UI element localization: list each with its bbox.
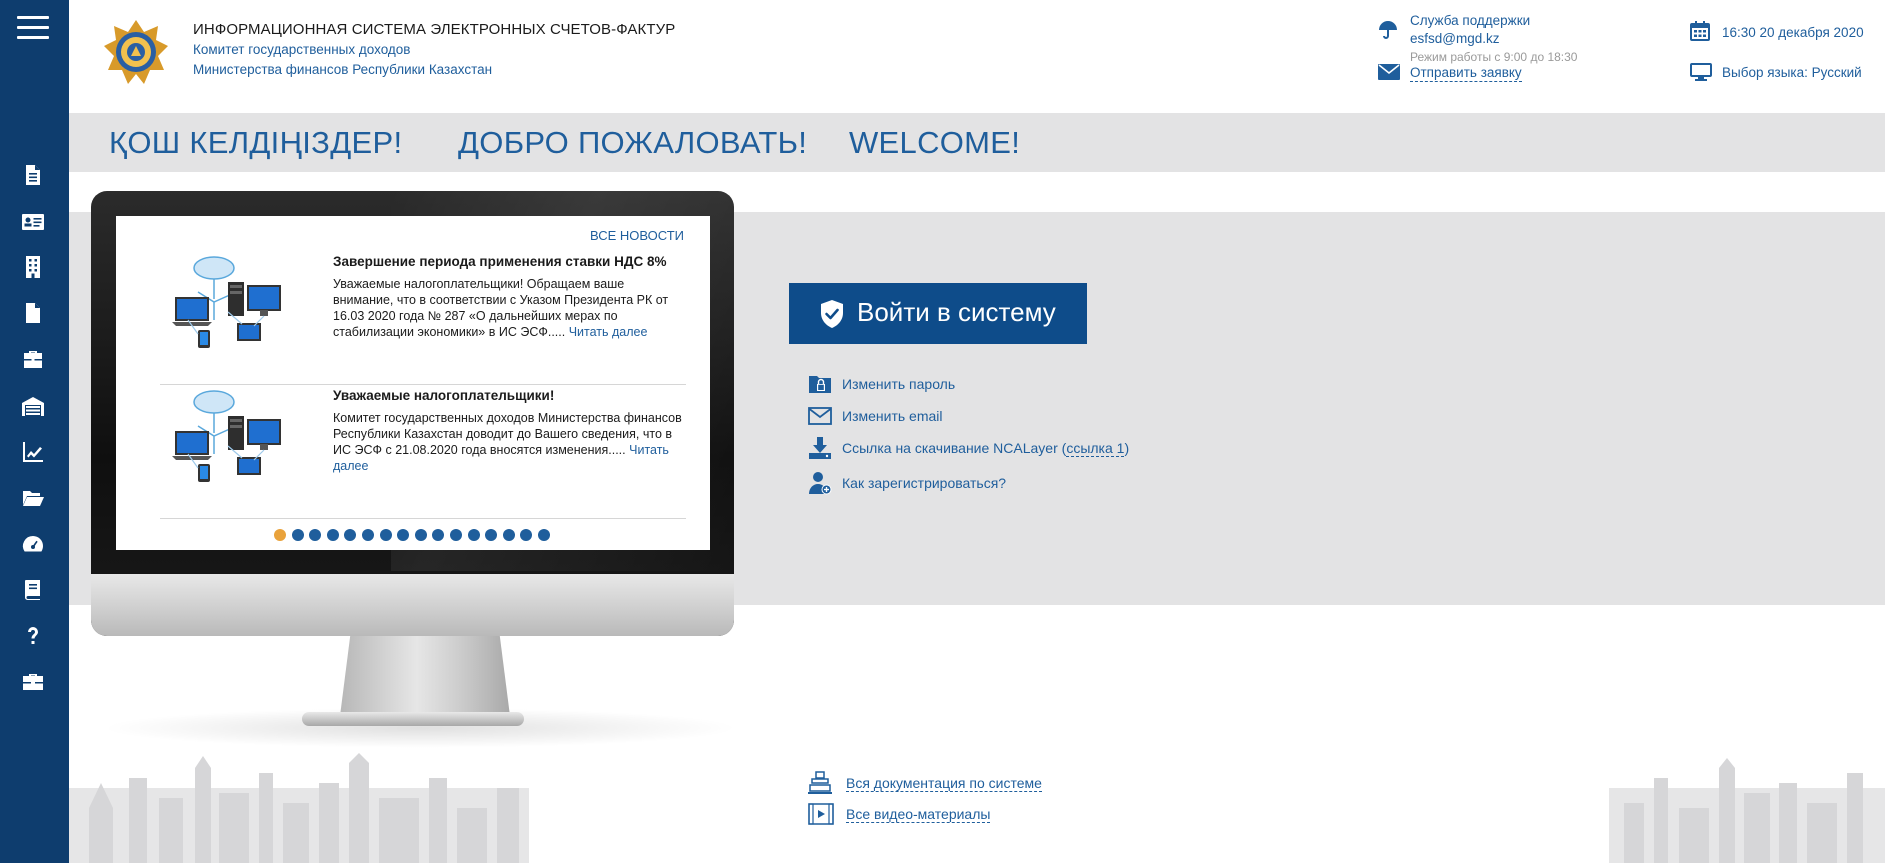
- ministry-name: Министерства финансов Республики Казахст…: [193, 62, 493, 77]
- language-selector[interactable]: Выбор языка: Русский: [1722, 65, 1862, 80]
- pagination-dot[interactable]: [414, 529, 427, 541]
- menu-toggle-button[interactable]: [17, 14, 49, 40]
- news-item: Завершение периода применения ставки НДС…: [160, 252, 686, 385]
- briefcase-icon[interactable]: [19, 347, 47, 373]
- all-news-link[interactable]: ВСЕ НОВОСТИ: [590, 228, 684, 243]
- monitor-base: [302, 712, 524, 726]
- city-skyline-decoration: [69, 753, 1885, 863]
- pagination-dot[interactable]: [326, 529, 339, 541]
- umbrella-icon: [1379, 21, 1397, 39]
- support-email[interactable]: esfsd@mgd.kz: [1410, 31, 1499, 46]
- welcome-ru: ДОБРО ПОЖАЛОВАТЬ!: [458, 125, 808, 160]
- toolbox-icon[interactable]: [19, 669, 47, 695]
- ncalayer-label: Ссылка на скачивание NCALayer (: [842, 440, 1067, 456]
- pagination-dot[interactable]: [379, 529, 392, 541]
- warehouse-icon[interactable]: [19, 393, 47, 419]
- welcome-banner: ҚОШ КЕЛДІҢІЗДЕР! ДОБРО ПОЖАЛОВАТЬ! WELCO…: [69, 113, 1885, 172]
- news-text: Уважаемые налогоплательщики! Обращаем ва…: [333, 276, 685, 340]
- help-icon[interactable]: [19, 623, 47, 649]
- send-request-link[interactable]: Отправить заявку: [1410, 65, 1522, 82]
- logo-emblem: [104, 20, 168, 84]
- id-card-icon[interactable]: [19, 209, 47, 235]
- pagination-dot[interactable]: [432, 529, 445, 541]
- pagination-dot[interactable]: [309, 529, 322, 541]
- pagination-dot[interactable]: [502, 529, 515, 541]
- register-help-row[interactable]: Как зарегистрироваться?: [808, 471, 1006, 495]
- network-illustration-icon: [172, 256, 281, 348]
- folder-lock-icon: [809, 376, 831, 393]
- support-hours: Режим работы с 9:00 до 18:30: [1410, 50, 1578, 64]
- chart-icon[interactable]: [19, 439, 47, 465]
- pagination-dot[interactable]: [291, 529, 304, 541]
- monitor-stand: [340, 636, 510, 716]
- change-email-row[interactable]: Изменить email: [808, 404, 943, 428]
- change-password-row[interactable]: Изменить пароль: [808, 372, 955, 396]
- folder-open-icon[interactable]: [19, 485, 47, 511]
- pagination-dot[interactable]: [520, 529, 533, 541]
- book-icon[interactable]: [19, 577, 47, 603]
- welcome-en: WELCOME!: [849, 125, 1021, 160]
- shield-check-icon: [821, 300, 843, 328]
- login-button[interactable]: Войти в систему: [789, 283, 1087, 344]
- network-illustration-icon: [172, 390, 281, 482]
- current-datetime: 16:30 20 декабря 2020: [1722, 25, 1864, 40]
- monitor-icon: [1690, 63, 1712, 81]
- pagination-dot[interactable]: [485, 529, 498, 541]
- news-pagination: [274, 529, 550, 541]
- pagination-dot[interactable]: [397, 529, 410, 541]
- news-title[interactable]: Уважаемые налогоплательщики!: [333, 388, 683, 403]
- download-icon: [809, 437, 831, 459]
- calendar-icon: [1690, 21, 1710, 41]
- pagination-dot[interactable]: [537, 529, 550, 541]
- document-icon[interactable]: [19, 162, 47, 188]
- building-icon[interactable]: [19, 254, 47, 280]
- news-title[interactable]: Завершение периода применения ставки НДС…: [333, 254, 683, 269]
- news-text: Комитет государственных доходов Министер…: [333, 410, 685, 474]
- pagination-dot[interactable]: [274, 529, 286, 541]
- welcome-kz: ҚОШ КЕЛДІҢІЗДЕР!: [109, 125, 403, 160]
- news-widget: ВСЕ НОВОСТИ Завершение периода применени…: [116, 216, 710, 550]
- pagination-dot[interactable]: [344, 529, 357, 541]
- envelope-icon: [808, 407, 832, 425]
- read-more-link[interactable]: Читать далее: [569, 325, 648, 339]
- change-password-link[interactable]: Изменить пароль: [842, 376, 955, 392]
- support-title: Служба поддержки: [1410, 13, 1531, 28]
- ncalayer-close: ): [1124, 440, 1130, 456]
- committee-name: Комитет государственных доходов: [193, 42, 411, 57]
- pagination-dot[interactable]: [467, 529, 480, 541]
- change-email-link[interactable]: Изменить email: [842, 408, 943, 424]
- page: ИНФОРМАЦИОННАЯ СИСТЕМА ЭЛЕКТРОННЫХ СЧЕТО…: [0, 0, 1885, 863]
- dashboard-icon[interactable]: [19, 531, 47, 557]
- envelope-icon: [1378, 64, 1400, 80]
- ncalayer-row: Ссылка на скачивание NCALayer (ссылка 1): [808, 436, 1129, 460]
- pagination-dot[interactable]: [449, 529, 462, 541]
- ncalayer-link-1[interactable]: ссылка 1: [1066, 440, 1125, 457]
- how-to-register-link[interactable]: Как зарегистрироваться?: [842, 475, 1006, 491]
- news-item: Уважаемые налогоплательщики! Комитет гос…: [160, 386, 686, 519]
- system-title: ИНФОРМАЦИОННАЯ СИСТЕМА ЭЛЕКТРОННЫХ СЧЕТО…: [193, 21, 676, 38]
- sidebar: [0, 0, 69, 863]
- login-button-label: Войти в систему: [857, 297, 1056, 327]
- user-add-icon: [809, 472, 832, 495]
- pagination-dot[interactable]: [361, 529, 374, 541]
- file-icon[interactable]: [19, 300, 47, 326]
